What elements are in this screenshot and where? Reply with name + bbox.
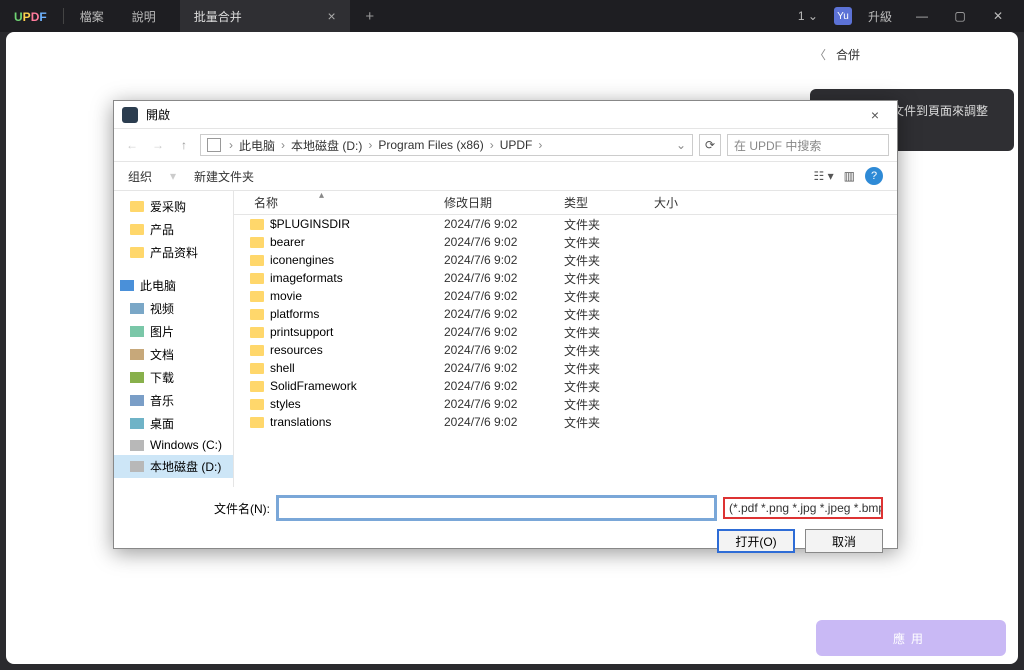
- folder-icon: [250, 255, 264, 266]
- apply-button[interactable]: 應用: [816, 620, 1006, 656]
- refresh-button[interactable]: ⟳: [699, 134, 721, 156]
- folder-icon: [250, 309, 264, 320]
- app-titlebar: UPDF 檔案 說明 批量合并 × + 1 ⌄ Yu 升級 — ▢ ✕: [0, 0, 1024, 32]
- avatar[interactable]: Yu: [834, 7, 852, 25]
- preview-pane-button[interactable]: ▥: [844, 169, 855, 183]
- help-icon[interactable]: ?: [865, 167, 883, 185]
- dialog-toolbar: 组织 ▾ 新建文件夹 ☷ ▾ ▥ ?: [114, 161, 897, 191]
- tree-item-pictures[interactable]: 图片: [114, 320, 233, 343]
- separator: [63, 8, 64, 24]
- maximize-button[interactable]: ▢: [942, 0, 978, 32]
- folder-icon: [250, 381, 264, 392]
- breadcrumb[interactable]: › 此电脑› 本地磁盘 (D:)› Program Files (x86)› U…: [200, 134, 693, 156]
- folder-icon: [250, 417, 264, 428]
- tree-item[interactable]: 产品资料: [114, 241, 233, 264]
- folder-icon: [250, 327, 264, 338]
- table-row[interactable]: imageformats2024/7/6 9:02文件夹: [234, 269, 897, 287]
- breadcrumb-item[interactable]: 本地磁盘 (D:): [291, 137, 362, 154]
- new-folder-button[interactable]: 新建文件夹: [194, 168, 254, 185]
- pc-icon: [207, 138, 221, 152]
- menu-file[interactable]: 檔案: [66, 8, 118, 25]
- organize-button[interactable]: 组织: [128, 168, 152, 185]
- tree-this-pc[interactable]: 此电脑: [114, 274, 233, 297]
- table-row[interactable]: resources2024/7/6 9:02文件夹: [234, 341, 897, 359]
- breadcrumb-item[interactable]: Program Files (x86): [378, 138, 483, 152]
- dialog-icon: [122, 107, 138, 123]
- folder-icon: [250, 291, 264, 302]
- col-name[interactable]: 名称: [234, 194, 444, 211]
- filetype-dropdown[interactable]: (*.pdf *.png *.jpg *.jpeg *.bmp⌄: [723, 497, 883, 519]
- tree-item-desktop[interactable]: 桌面: [114, 412, 233, 435]
- menu-help[interactable]: 說明: [118, 8, 170, 25]
- table-row[interactable]: SolidFramework2024/7/6 9:02文件夹: [234, 377, 897, 395]
- folder-icon: [250, 273, 264, 284]
- dialog-titlebar: 開啟 ×: [114, 101, 897, 129]
- tree-item-downloads[interactable]: 下载: [114, 366, 233, 389]
- version-label[interactable]: 1 ⌄: [784, 9, 832, 23]
- filename-label: 文件名(N):: [214, 500, 270, 517]
- chevron-left-icon: 〈: [814, 46, 826, 63]
- table-row[interactable]: printsupport2024/7/6 9:02文件夹: [234, 323, 897, 341]
- table-row[interactable]: $PLUGINSDIR2024/7/6 9:02文件夹: [234, 215, 897, 233]
- new-tab-button[interactable]: +: [356, 8, 384, 25]
- tree-item-c-drive[interactable]: Windows (C:): [114, 435, 233, 455]
- file-list[interactable]: ▴ 名称 修改日期 类型 大小 $PLUGINSDIR2024/7/6 9:02…: [234, 191, 897, 487]
- table-row[interactable]: platforms2024/7/6 9:02文件夹: [234, 305, 897, 323]
- sort-indicator-icon: ▴: [319, 191, 324, 201]
- tab-close-icon[interactable]: ×: [328, 8, 336, 24]
- folder-icon: [250, 363, 264, 374]
- app-logo: UPDF: [0, 9, 61, 24]
- close-button[interactable]: ✕: [980, 0, 1016, 32]
- dialog-nav: ← → ↑ › 此电脑› 本地磁盘 (D:)› Program Files (x…: [114, 129, 897, 161]
- nav-up-button[interactable]: ↑: [174, 135, 194, 155]
- nav-back-button[interactable]: ←: [122, 135, 142, 155]
- dialog-title: 開啟: [146, 106, 170, 123]
- tree-item[interactable]: 产品: [114, 218, 233, 241]
- tab-label: 批量合并: [194, 8, 242, 25]
- cancel-button[interactable]: 取消: [805, 529, 883, 553]
- table-row[interactable]: bearer2024/7/6 9:02文件夹: [234, 233, 897, 251]
- tree-item-d-drive[interactable]: 本地磁盘 (D:): [114, 455, 233, 478]
- chevron-down-icon[interactable]: ⌄: [676, 138, 686, 152]
- tab-batch-merge[interactable]: 批量合并 ×: [180, 0, 350, 32]
- table-row[interactable]: movie2024/7/6 9:02文件夹: [234, 287, 897, 305]
- folder-icon: [250, 237, 264, 248]
- table-row[interactable]: shell2024/7/6 9:02文件夹: [234, 359, 897, 377]
- tree-item-videos[interactable]: 视频: [114, 297, 233, 320]
- filename-input[interactable]: [278, 497, 715, 519]
- upgrade-button[interactable]: 升級: [858, 8, 902, 25]
- folder-icon: [250, 345, 264, 356]
- tree-item-music[interactable]: 音乐: [114, 389, 233, 412]
- col-size[interactable]: 大小: [654, 194, 897, 211]
- side-panel-header[interactable]: 〈 合併: [810, 38, 1014, 71]
- search-input[interactable]: 在 UPDF 中搜索: [727, 134, 889, 156]
- chevron-down-icon: ⌄: [808, 9, 818, 23]
- tree-item-documents[interactable]: 文档: [114, 343, 233, 366]
- folder-icon: [250, 219, 264, 230]
- minimize-button[interactable]: —: [904, 0, 940, 32]
- list-header[interactable]: ▴ 名称 修改日期 类型 大小: [234, 191, 897, 215]
- dialog-footer: 文件名(N): (*.pdf *.png *.jpg *.jpeg *.bmp⌄…: [114, 487, 897, 563]
- folder-icon: [250, 399, 264, 410]
- breadcrumb-item[interactable]: UPDF: [500, 138, 533, 152]
- nav-forward-button[interactable]: →: [148, 135, 168, 155]
- view-mode-button[interactable]: ☷ ▾: [814, 169, 834, 183]
- dialog-close-button[interactable]: ×: [861, 107, 889, 123]
- col-type[interactable]: 类型: [564, 194, 654, 211]
- open-button[interactable]: 打开(O): [717, 529, 795, 553]
- breadcrumb-item[interactable]: 此电脑: [239, 137, 275, 154]
- file-open-dialog: 開啟 × ← → ↑ › 此电脑› 本地磁盘 (D:)› Program Fil…: [113, 100, 898, 549]
- side-panel-title: 合併: [836, 46, 860, 63]
- table-row[interactable]: styles2024/7/6 9:02文件夹: [234, 395, 897, 413]
- folder-tree[interactable]: 爱采购 产品 产品资料 此电脑 视频 图片 文档 下载 音乐 桌面 Window…: [114, 191, 234, 487]
- table-row[interactable]: translations2024/7/6 9:02文件夹: [234, 413, 897, 431]
- table-row[interactable]: iconengines2024/7/6 9:02文件夹: [234, 251, 897, 269]
- col-date[interactable]: 修改日期: [444, 194, 564, 211]
- tree-item[interactable]: 爱采购: [114, 195, 233, 218]
